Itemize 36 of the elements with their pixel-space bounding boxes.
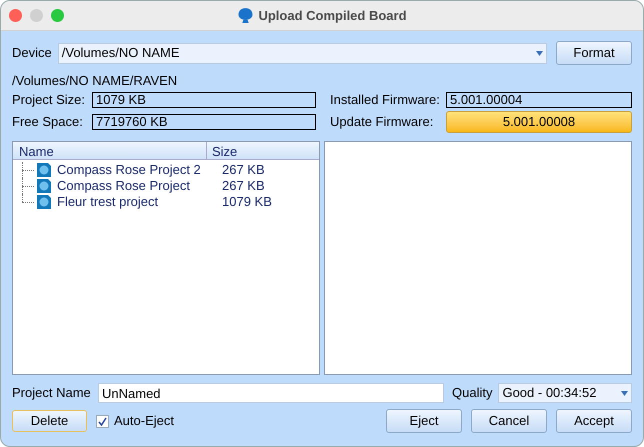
free-space-value: 7719760 KB (92, 114, 316, 130)
column-header[interactable]: Size (207, 142, 319, 159)
dropdown-arrow-icon (621, 390, 628, 396)
project-name-label: Project Name (12, 384, 92, 402)
file-icon (36, 178, 52, 194)
file-icon (36, 194, 52, 210)
dialog-button[interactable]: Cancel (471, 409, 547, 433)
file-size: 1079 KB (222, 193, 272, 212)
device-dropdown[interactable]: /Volumes/NO NAME (58, 42, 547, 64)
project-size-value: 1079 KB (92, 92, 316, 108)
dropdown-arrow-icon (536, 50, 543, 56)
installed-firmware-label: Installed Firmware: (330, 90, 441, 109)
file-size: 267 KB (222, 161, 265, 180)
free-space-label: Free Space: (12, 113, 84, 132)
auto-eject-label: Auto-Eject (114, 412, 174, 430)
minimize-button[interactable] (30, 9, 43, 22)
update-firmware-label: Update Firmware: (330, 113, 434, 132)
format-button[interactable]: Format (556, 41, 632, 65)
quality-label: Quality (452, 384, 492, 402)
dialog-button[interactable]: Accept (556, 409, 632, 433)
file-size: 267 KB (222, 177, 265, 196)
window-title: Upload Compiled Board (258, 6, 407, 25)
file-icon (36, 162, 52, 178)
close-button[interactable] (9, 9, 22, 22)
dialog-button[interactable]: Eject (386, 409, 462, 433)
project-name-field[interactable]: UnNamed (98, 383, 444, 403)
update-firmware-button[interactable]: 5.001.00008 (446, 111, 632, 133)
quality-dropdown[interactable]: Good - 00:34:52 (498, 383, 632, 403)
checkbox[interactable] (96, 414, 109, 428)
device-label: Device (12, 44, 52, 62)
installed-firmware-value: 5.001.00004 (446, 92, 632, 108)
column-header[interactable]: Name (13, 142, 207, 159)
path-label: /Volumes/NO NAME/RAVEN (12, 72, 178, 87)
zoom-button[interactable] (51, 9, 64, 22)
project-size-label: Project Size: (12, 90, 86, 109)
delete-button[interactable]: Delete (12, 410, 87, 432)
